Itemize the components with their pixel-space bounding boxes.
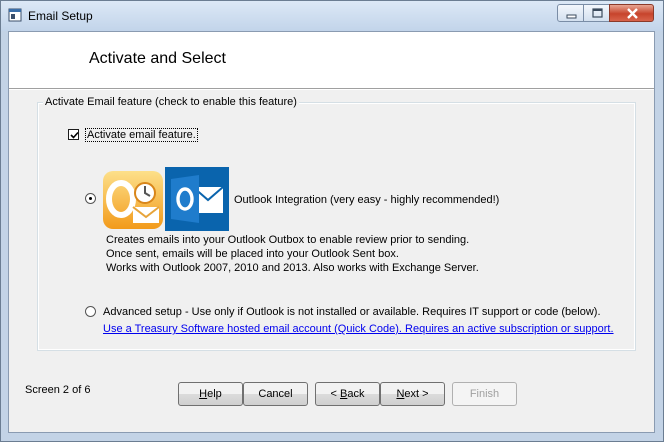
close-button[interactable]	[609, 4, 654, 22]
page-title: Activate and Select	[89, 50, 226, 67]
outlook-description-line-2: Once sent, emails will be placed into yo…	[106, 248, 399, 260]
screen-progress-label: Screen 2 of 6	[25, 384, 91, 396]
close-icon	[627, 8, 638, 19]
app-window-icon	[8, 8, 22, 22]
header-divider	[9, 88, 654, 90]
minimize-button[interactable]	[557, 4, 584, 22]
maximize-icon	[592, 8, 603, 18]
activate-email-label[interactable]: Activate email feature.	[85, 128, 198, 142]
cancel-button[interactable]: Cancel	[243, 382, 308, 406]
group-label: Activate Email feature (check to enable …	[43, 96, 299, 108]
back-button[interactable]: < Back	[315, 382, 380, 406]
next-button[interactable]: Next >	[380, 382, 445, 406]
dialog-client-area: Activate and Select Activate Email featu…	[8, 31, 655, 433]
checkmark-icon	[70, 131, 79, 139]
window-title: Email Setup	[28, 9, 93, 23]
maximize-button[interactable]	[583, 4, 610, 22]
email-setup-window: Email Setup Activate and Select Activate…	[0, 0, 664, 442]
outlook-integration-radio[interactable]	[85, 193, 96, 204]
activate-email-checkbox[interactable]	[68, 129, 79, 140]
advanced-setup-radio[interactable]	[85, 306, 96, 317]
title-bar[interactable]: Email Setup	[1, 1, 663, 31]
hosted-email-link[interactable]: Use a Treasury Software hosted email acc…	[103, 323, 614, 335]
minimize-icon	[566, 14, 577, 19]
outlook-description-line-3: Works with Outlook 2007, 2010 and 2013. …	[106, 262, 479, 274]
outlook-integration-label[interactable]: Outlook Integration (very easy - highly …	[234, 194, 499, 206]
finish-button[interactable]: Finish	[452, 382, 517, 406]
advanced-setup-label[interactable]: Advanced setup - Use only if Outlook is …	[103, 306, 601, 318]
wizard-header: Activate and Select	[9, 32, 654, 88]
outlook-2007-logo-icon	[101, 167, 165, 233]
outlook-description-line-1: Creates emails into your Outlook Outbox …	[106, 234, 470, 246]
outlook-2013-logo-icon	[165, 167, 229, 231]
help-button[interactable]: Help	[178, 382, 243, 406]
